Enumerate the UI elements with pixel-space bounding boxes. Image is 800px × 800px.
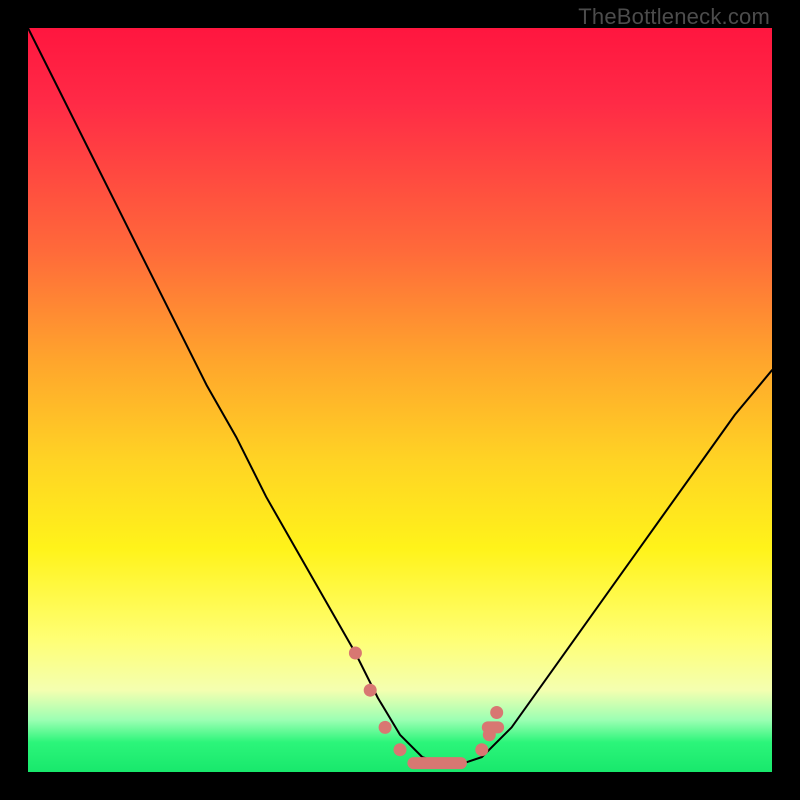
bottleneck-curve-svg bbox=[28, 28, 772, 772]
sweet-spot-dot bbox=[490, 706, 503, 719]
sweet-spot-dot bbox=[379, 721, 392, 734]
sweet-spot-bar bbox=[407, 757, 467, 769]
bottleneck-curve bbox=[28, 28, 772, 765]
sweet-spot-markers bbox=[349, 647, 503, 757]
sweet-spot-dot bbox=[364, 684, 377, 697]
sweet-spot-dot bbox=[394, 743, 407, 756]
chart-stage: TheBottleneck.com bbox=[0, 0, 800, 800]
watermark-credit: TheBottleneck.com bbox=[578, 4, 770, 30]
sweet-spot-dot bbox=[483, 728, 496, 741]
sweet-spot-dot bbox=[349, 647, 362, 660]
sweet-spot-dot bbox=[475, 743, 488, 756]
plot-area bbox=[28, 28, 772, 772]
